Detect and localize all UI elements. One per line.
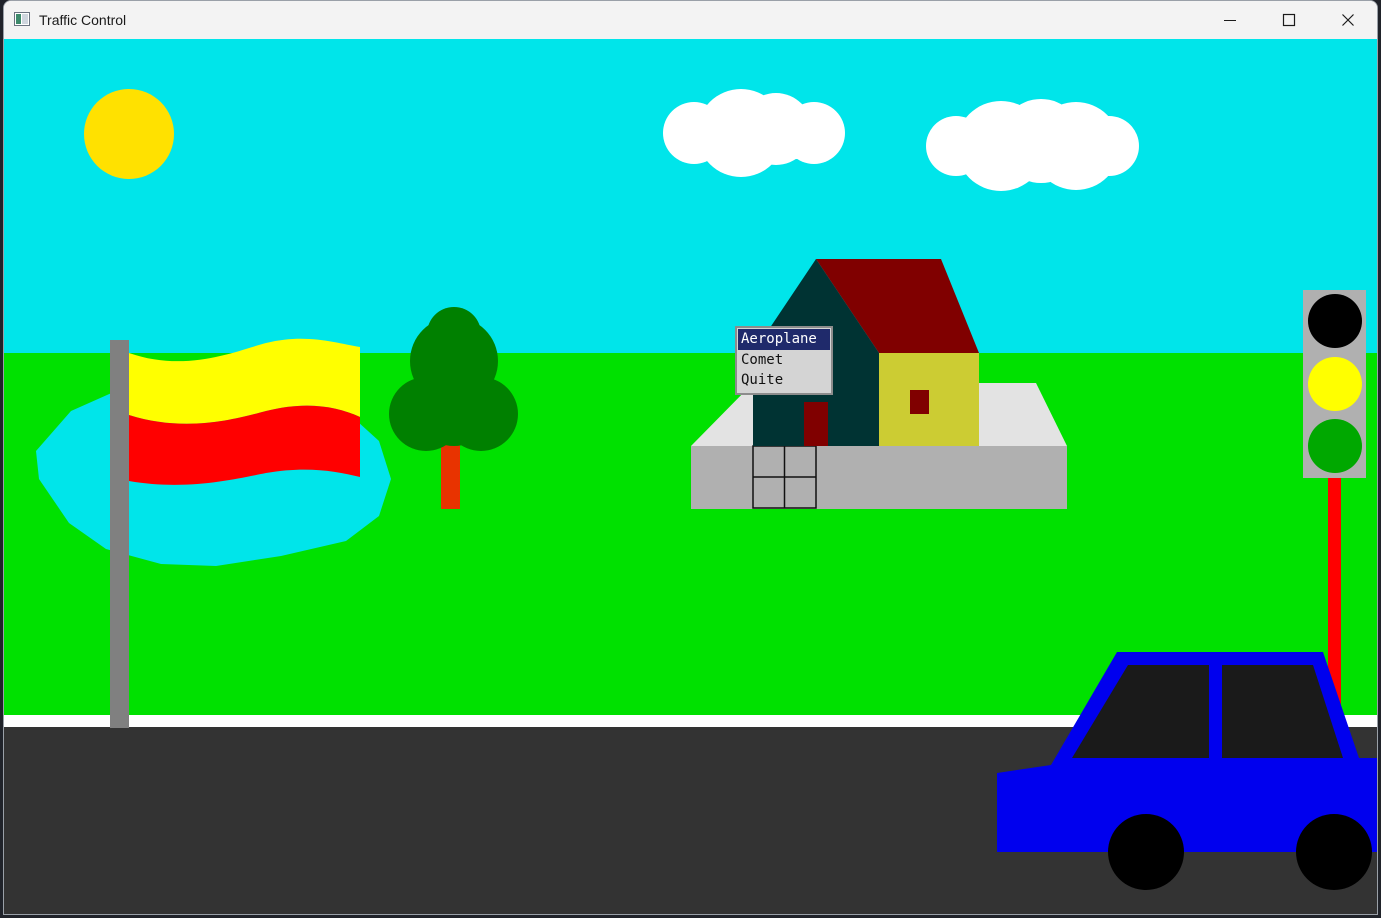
menu-item-comet[interactable]: Comet	[738, 350, 830, 371]
menu-item-aeroplane[interactable]: Aeroplane	[738, 329, 830, 350]
app-window-icon	[14, 12, 30, 26]
green-lamp-on	[1308, 419, 1362, 473]
window-title: Traffic Control	[39, 12, 127, 28]
yellow-lamp-on	[1308, 357, 1362, 411]
maximize-icon	[1282, 13, 1296, 27]
title-bar[interactable]: Traffic Control	[4, 1, 1377, 39]
red-lamp-off	[1308, 294, 1362, 348]
sky	[4, 39, 1377, 353]
minimize-icon	[1224, 20, 1236, 21]
car-wheel-front	[1108, 814, 1184, 890]
menu-item-quite[interactable]: Quite	[738, 370, 830, 391]
minimize-button[interactable]	[1201, 1, 1259, 39]
tree-trunk	[441, 441, 460, 509]
sun	[84, 89, 174, 179]
house-window	[910, 390, 929, 414]
flag-pole	[110, 340, 129, 728]
scene-drawing	[4, 39, 1377, 914]
house-yard-wall	[691, 446, 1067, 509]
car-wheel-rear	[1296, 814, 1372, 890]
scene-canvas[interactable]: Aeroplane Comet Quite	[4, 39, 1377, 914]
close-icon	[1342, 14, 1354, 26]
maximize-button[interactable]	[1260, 1, 1318, 39]
house-door	[804, 402, 828, 446]
popup-menu: Aeroplane Comet Quite	[735, 326, 833, 395]
app-window: Traffic Control Aeroplane Comet Quite	[3, 0, 1378, 915]
close-button[interactable]	[1319, 1, 1377, 39]
